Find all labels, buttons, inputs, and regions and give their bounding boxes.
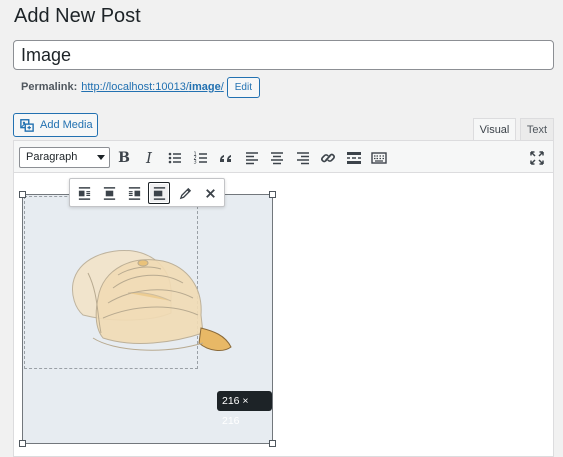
italic-button[interactable]: I (138, 147, 160, 169)
resize-handle-bottom-right[interactable] (269, 440, 276, 447)
align-right-icon (128, 186, 140, 200)
align-left-button[interactable] (241, 147, 263, 169)
bulleted-list-icon (168, 152, 181, 164)
svg-text:3: 3 (194, 160, 197, 166)
baseball-cap-image (72, 249, 232, 351)
align-center-button[interactable] (266, 147, 288, 169)
fullscreen-button[interactable] (526, 147, 548, 169)
image-inline-toolbar (69, 178, 225, 207)
paragraph-format-select[interactable]: Paragraph (19, 147, 110, 168)
chevron-down-icon (97, 155, 105, 160)
link-icon (321, 153, 335, 163)
add-media-button[interactable]: Add Media (13, 113, 98, 137)
bold-button[interactable]: B (113, 147, 135, 169)
read-more-icon (347, 152, 361, 164)
insert-link-button[interactable] (317, 147, 339, 169)
resize-handle-bottom-left[interactable] (19, 440, 26, 447)
permalink-label: Permalink: (21, 81, 78, 93)
permalink-base: http://localhost:10013/ (81, 81, 189, 93)
image-remove-button[interactable] (199, 182, 221, 204)
toolbar-toggle-icon (371, 152, 387, 164)
align-center-icon (271, 152, 283, 165)
bold-icon: B (118, 150, 130, 166)
italic-icon: I (146, 149, 152, 167)
align-left-icon (246, 152, 258, 165)
tab-text[interactable]: Text (520, 118, 554, 141)
blockquote-icon (220, 155, 231, 162)
edit-icon (179, 187, 191, 199)
fullscreen-icon (530, 151, 544, 165)
editor-area: Paragraph B I 123 216 × 216 (13, 140, 554, 457)
toolbar-toggle-button[interactable] (368, 147, 390, 169)
numbered-list-button[interactable]: 123 (190, 147, 212, 169)
align-left-icon (78, 186, 90, 200)
resize-handle-top-right[interactable] (269, 191, 276, 198)
blockquote-button[interactable] (215, 147, 237, 169)
permalink-trailing: / (220, 81, 224, 93)
image-align-left-button[interactable] (73, 182, 95, 204)
format-select-value: Paragraph (26, 151, 78, 163)
image-edit-button[interactable] (174, 182, 196, 204)
post-title-input[interactable] (13, 40, 554, 70)
add-media-label: Add Media (40, 119, 93, 131)
numbered-list-icon: 123 (194, 152, 207, 166)
image-size-badge: 216 × 216 (217, 391, 272, 427)
editor-content[interactable]: 216 × 216 (14, 174, 553, 456)
resize-handle-top-left[interactable] (19, 191, 26, 198)
permalink-row: Permalink: http://localhost:10013/image/… (21, 76, 260, 98)
tab-visual[interactable]: Visual (473, 118, 516, 141)
align-center-icon (103, 186, 115, 200)
remove-icon (205, 188, 215, 198)
editor-toolbar: Paragraph B I 123 (14, 141, 553, 173)
image-align-right-button[interactable] (123, 182, 145, 204)
bulleted-list-button[interactable] (164, 147, 186, 169)
permalink-slug: image (188, 81, 221, 93)
page-title: Add New Post (14, 5, 141, 27)
align-right-icon (297, 152, 309, 165)
align-none-icon (153, 186, 165, 200)
edit-permalink-button[interactable]: Edit (226, 76, 260, 98)
image-align-center-button[interactable] (98, 182, 120, 204)
selected-image[interactable]: 216 × 216 (22, 194, 273, 444)
add-media-icon (20, 118, 34, 132)
image-align-none-button[interactable] (148, 182, 170, 204)
read-more-button[interactable] (343, 147, 365, 169)
permalink-link[interactable]: http://localhost:10013/image/ (81, 81, 224, 93)
align-right-button[interactable] (292, 147, 314, 169)
